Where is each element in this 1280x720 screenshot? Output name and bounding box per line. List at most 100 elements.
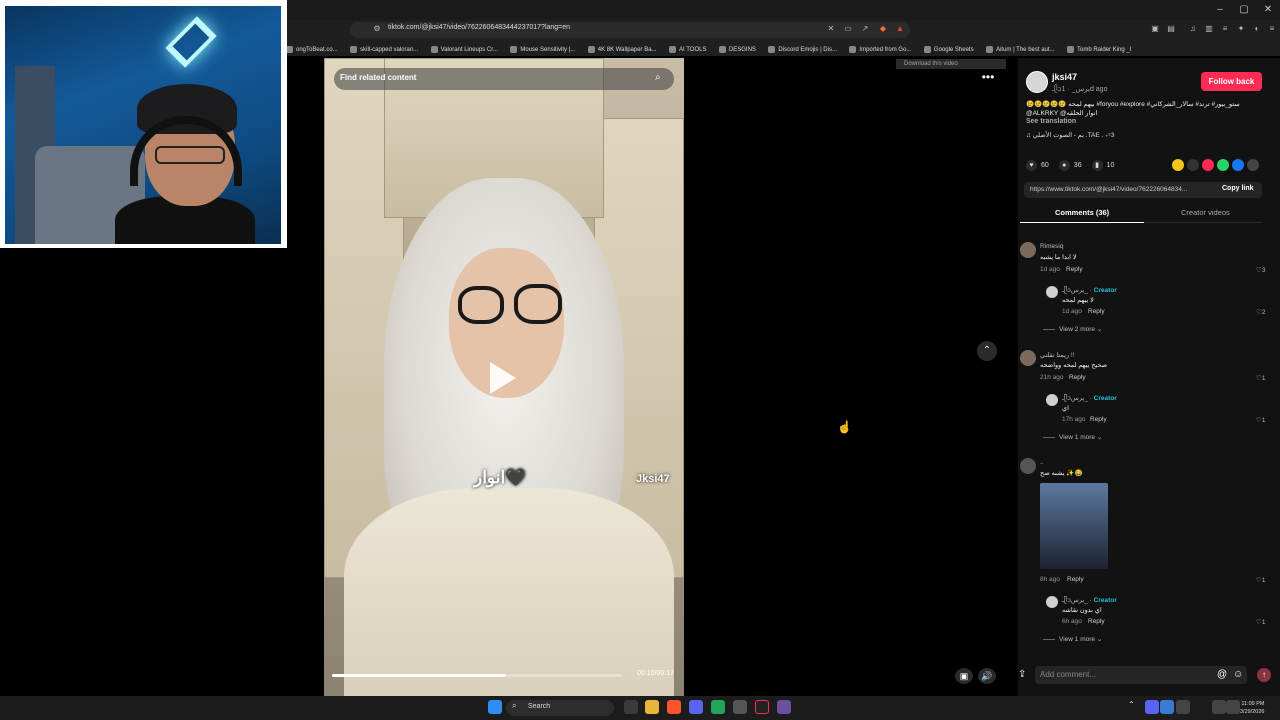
file-explorer-icon[interactable]	[645, 700, 659, 714]
tray-discord-icon[interactable]	[1145, 700, 1159, 714]
network-icon[interactable]	[1212, 700, 1226, 714]
mute-tab-icon[interactable]: ✕	[826, 24, 836, 34]
commenter-name[interactable]: ريمتا نقلني !!	[1040, 351, 1075, 359]
music-label[interactable]: ♫ بم - الصوت الأصلي .TAE . ₊ᶜ3	[1026, 131, 1114, 139]
comment-like[interactable]: ♡1	[1256, 576, 1265, 584]
view-more-replies[interactable]: View 1 more ⌄	[1043, 433, 1102, 441]
comment-time: 21h ago	[1040, 374, 1064, 381]
emoji-icon[interactable]: ☺	[1233, 669, 1243, 680]
rewards-icon[interactable]: ▲	[895, 24, 905, 34]
task-view-icon[interactable]	[624, 700, 638, 714]
embed-icon[interactable]	[1187, 159, 1199, 171]
reply-author[interactable]: ـᥫᩣيرس_ · Creator	[1062, 596, 1117, 606]
facebook-icon[interactable]	[1232, 159, 1244, 171]
creator-avatar[interactable]	[1046, 394, 1058, 406]
floating-player-icon[interactable]: ▣	[955, 668, 973, 684]
favicon-icon	[510, 46, 518, 53]
view-more-replies[interactable]: View 2 more ⌄	[1043, 325, 1102, 333]
vpn-icon[interactable]: ◐	[1252, 24, 1262, 34]
author-avatar[interactable]	[1026, 71, 1048, 93]
reply-like[interactable]: ♡1	[1256, 618, 1265, 626]
sidebar-icon[interactable]: ▥	[1204, 24, 1214, 34]
url-text[interactable]: tiktok.com/@jksi47/video/762260648344423…	[388, 24, 570, 31]
reply-like[interactable]: ♡2	[1256, 308, 1265, 316]
close-window-button[interactable]: ✕	[1256, 2, 1280, 18]
pip-icon[interactable]: ▭	[843, 24, 853, 34]
tray-mic-icon[interactable]	[1160, 700, 1174, 714]
save-action[interactable]: ▮ 10	[1091, 159, 1114, 171]
folder-icon	[718, 46, 726, 53]
comment-input[interactable]: Add comment...	[1040, 670, 1096, 679]
follow-back-button[interactable]: Follow back	[1201, 72, 1262, 91]
commenter-avatar[interactable]	[1020, 350, 1036, 366]
app-icon-2[interactable]	[777, 700, 791, 714]
download-video-button[interactable]: Download this video	[896, 59, 1006, 69]
like-action[interactable]: ♥ 60	[1026, 159, 1049, 171]
tab-creator-videos[interactable]: Creator videos	[1181, 208, 1230, 217]
reply-button[interactable]: Reply	[1066, 266, 1083, 273]
share-arrow-icon[interactable]	[1247, 159, 1259, 171]
volume-icon[interactable]: 🔊	[978, 668, 996, 684]
site-info-icon[interactable]: ⚙	[372, 24, 382, 34]
tray-chevron-icon[interactable]: ⌃	[1128, 700, 1142, 714]
brave-browser-icon[interactable]	[667, 700, 681, 714]
media-icon[interactable]: ♫	[1188, 24, 1198, 34]
more-options-icon[interactable]: •••	[978, 70, 998, 86]
commenter-name[interactable]: Rimesiq	[1040, 243, 1063, 250]
obs-icon[interactable]	[733, 700, 747, 714]
menu-icon[interactable]: ≡	[1267, 24, 1277, 34]
reply-button[interactable]: Reply	[1067, 576, 1084, 583]
maximize-button[interactable]: ▢	[1232, 2, 1256, 18]
tiktok-app-icon[interactable]	[755, 700, 769, 714]
volume-tray-icon[interactable]	[1226, 700, 1240, 714]
comment-like[interactable]: ♡1	[1256, 374, 1265, 382]
commenter-name[interactable]: ..	[1040, 459, 1044, 466]
extensions-puzzle-icon[interactable]: ✦	[1236, 24, 1246, 34]
upload-icon[interactable]: ⇪	[1018, 669, 1026, 680]
brave-shield-icon[interactable]: ◆	[878, 24, 888, 34]
creator-avatar[interactable]	[1046, 286, 1058, 298]
reply-like[interactable]: ♡1	[1256, 416, 1265, 424]
send-to-friends-icon[interactable]	[1202, 159, 1214, 171]
comment-image[interactable]	[1040, 483, 1108, 569]
minimize-button[interactable]: –	[1208, 2, 1232, 18]
start-icon[interactable]	[488, 700, 502, 714]
share-page-icon[interactable]: ↗	[860, 24, 870, 34]
play-icon[interactable]	[490, 362, 516, 394]
tab-comments[interactable]: Comments (36)	[1055, 208, 1109, 217]
mention-icon[interactable]: @	[1217, 669, 1227, 680]
copy-link-button[interactable]: Copy link	[1222, 185, 1254, 192]
reply-author[interactable]: ـᥫᩣيرس_ · Creator	[1062, 394, 1117, 404]
search-icon[interactable]: ⌕	[655, 72, 661, 83]
commenter-avatar[interactable]	[1020, 242, 1036, 258]
author-name[interactable]: jksi47	[1052, 72, 1077, 82]
chevron-up-icon[interactable]: ⌃	[977, 341, 997, 361]
taskbar-search-label[interactable]: Search	[528, 703, 550, 710]
reading-list-icon[interactable]: ≡	[1220, 24, 1230, 34]
send-button[interactable]: ↑	[1257, 668, 1271, 682]
reply-button[interactable]: Reply	[1069, 374, 1086, 381]
whatsapp-icon[interactable]	[1217, 159, 1229, 171]
video-link[interactable]: https://www.tiktok.com/@jksi47/video/762…	[1030, 186, 1215, 193]
reply-button[interactable]: Reply	[1090, 416, 1107, 423]
repost-icon[interactable]	[1172, 159, 1184, 171]
discord-icon[interactable]	[689, 700, 703, 714]
taskbar-search[interactable]	[506, 700, 614, 716]
extension-icon-2[interactable]: ▤	[1166, 24, 1176, 34]
reply-button[interactable]: Reply	[1088, 618, 1105, 625]
app-icon[interactable]	[711, 700, 725, 714]
reply-button[interactable]: Reply	[1088, 308, 1105, 315]
see-translation-link[interactable]: See translation	[1026, 118, 1076, 125]
tray-app-icon[interactable]	[1176, 700, 1190, 714]
reply-author[interactable]: ـᥫᩣيرس_ · Creator	[1062, 286, 1117, 296]
creator-avatar[interactable]	[1046, 596, 1058, 608]
comment-like[interactable]: ♡3	[1256, 266, 1265, 274]
extension-icon[interactable]: ▣	[1150, 24, 1160, 34]
comment-icon: ●	[1058, 159, 1070, 171]
comment-action[interactable]: ● 36	[1058, 159, 1082, 171]
commenter-avatar[interactable]	[1020, 458, 1036, 474]
bookmark-bar: ongToBeat.co... skill-capped valoran... …	[286, 40, 1280, 56]
find-related-placeholder[interactable]: Find related content	[340, 73, 416, 82]
clock[interactable]: 11:09 PM 3/29/2026	[1240, 700, 1264, 716]
view-more-replies[interactable]: View 1 more ⌄	[1043, 635, 1102, 643]
